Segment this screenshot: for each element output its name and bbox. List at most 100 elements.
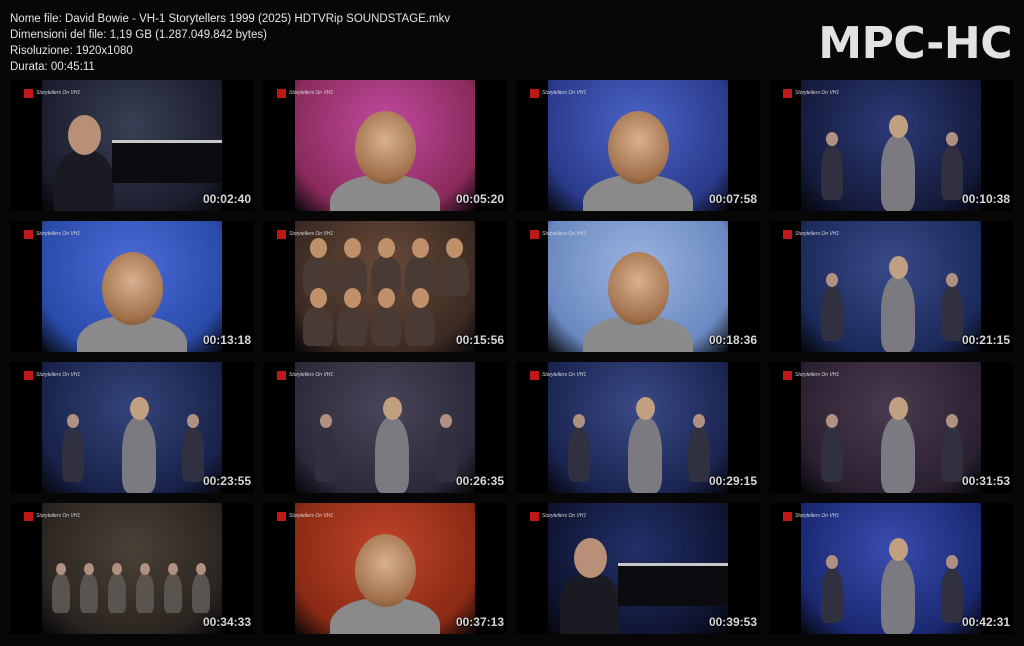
timestamp: 00:02:40 bbox=[202, 192, 251, 206]
person-figure bbox=[941, 427, 963, 482]
channel-logo: Storytellers On VH1 bbox=[277, 88, 333, 98]
thumbnail[interactable]: Storytellers On VH1 00:07:58 bbox=[516, 80, 760, 211]
video-frame bbox=[295, 80, 475, 211]
video-frame bbox=[548, 362, 728, 493]
video-frame bbox=[295, 362, 475, 493]
video-frame bbox=[548, 503, 728, 634]
person-head bbox=[168, 562, 178, 575]
channel-logo: Storytellers On VH1 bbox=[24, 511, 80, 521]
person-head bbox=[140, 562, 150, 575]
thumbnail[interactable]: Storytellers On VH1 00:13:18 bbox=[10, 221, 254, 352]
person-head bbox=[112, 562, 122, 575]
channel-logo-text: Storytellers On VH1 bbox=[542, 231, 587, 237]
channel-logo-text: Storytellers On VH1 bbox=[542, 513, 587, 519]
channel-logo-text: Storytellers On VH1 bbox=[36, 513, 81, 519]
channel-logo: Storytellers On VH1 bbox=[530, 88, 586, 98]
video-frame bbox=[801, 362, 981, 493]
vh1-logo-icon bbox=[24, 88, 33, 98]
thumbnail[interactable]: Storytellers On VH1 00:23:55 bbox=[10, 362, 254, 493]
piano bbox=[112, 140, 222, 183]
channel-logo: Storytellers On VH1 bbox=[24, 229, 80, 239]
person-head bbox=[888, 115, 908, 139]
person-head bbox=[411, 288, 429, 309]
person-figure bbox=[941, 286, 963, 341]
channel-logo: Storytellers On VH1 bbox=[530, 511, 586, 521]
person-head bbox=[411, 238, 429, 259]
channel-logo-text: Storytellers On VH1 bbox=[36, 90, 81, 96]
thumbnail[interactable]: Storytellers On VH1 00:42:31 bbox=[769, 503, 1013, 634]
channel-logo: Storytellers On VH1 bbox=[530, 370, 586, 380]
person-figure bbox=[568, 427, 590, 482]
person-head bbox=[382, 397, 402, 421]
brand-logo: MPC-HC bbox=[818, 18, 1012, 69]
person-figure bbox=[439, 256, 469, 296]
video-frame bbox=[548, 80, 728, 211]
vh1-logo-icon bbox=[783, 229, 792, 239]
thumbnail[interactable]: Storytellers On VH1 00:15:56 bbox=[263, 221, 507, 352]
thumbnail[interactable]: Storytellers On VH1 00:05:20 bbox=[263, 80, 507, 211]
thumbnail[interactable]: Storytellers On VH1 00:31:53 bbox=[769, 362, 1013, 493]
timestamp: 00:29:15 bbox=[708, 474, 757, 488]
thumbnail[interactable]: Storytellers On VH1 00:26:35 bbox=[263, 362, 507, 493]
channel-logo-text: Storytellers On VH1 bbox=[36, 372, 81, 378]
person-head bbox=[196, 562, 206, 575]
channel-logo: Storytellers On VH1 bbox=[277, 229, 333, 239]
person-figure bbox=[164, 573, 182, 613]
thumbnail[interactable]: Storytellers On VH1 00:37:13 bbox=[263, 503, 507, 634]
video-frame bbox=[42, 503, 222, 634]
vh1-logo-icon bbox=[783, 370, 792, 380]
person-figure bbox=[371, 306, 401, 346]
person-figure bbox=[881, 558, 915, 634]
person-figure bbox=[941, 145, 963, 200]
vh1-logo-icon bbox=[783, 511, 792, 521]
person-head bbox=[354, 110, 416, 184]
timestamp: 00:42:31 bbox=[961, 615, 1010, 629]
person-figure bbox=[62, 427, 84, 482]
video-frame bbox=[42, 362, 222, 493]
person-head bbox=[343, 238, 361, 259]
channel-logo-text: Storytellers On VH1 bbox=[795, 372, 840, 378]
person-figure bbox=[405, 306, 435, 346]
person-figure bbox=[108, 573, 126, 613]
vh1-logo-icon bbox=[277, 511, 286, 521]
person-figure bbox=[560, 573, 620, 634]
timestamp: 00:37:13 bbox=[455, 615, 504, 629]
person-head bbox=[573, 538, 607, 579]
person-figure bbox=[122, 417, 156, 493]
person-head bbox=[101, 251, 163, 325]
person-figure bbox=[54, 150, 114, 211]
person-head bbox=[377, 238, 395, 259]
vh1-logo-icon bbox=[24, 229, 33, 239]
channel-logo-text: Storytellers On VH1 bbox=[795, 90, 840, 96]
channel-logo: Storytellers On VH1 bbox=[783, 88, 839, 98]
file-name: Nome file: David Bowie - VH-1 Storytelle… bbox=[10, 13, 451, 25]
channel-logo-text: Storytellers On VH1 bbox=[795, 513, 840, 519]
person-figure bbox=[303, 306, 333, 346]
thumbnail[interactable]: Storytellers On VH1 00:34:33 bbox=[10, 503, 254, 634]
person-figure bbox=[136, 573, 154, 613]
thumbnail[interactable]: Storytellers On VH1 00:10:38 bbox=[769, 80, 1013, 211]
channel-logo-text: Storytellers On VH1 bbox=[289, 90, 334, 96]
timestamp: 00:34:33 bbox=[202, 615, 251, 629]
piano bbox=[618, 563, 728, 606]
person-head bbox=[67, 115, 101, 156]
vh1-logo-icon bbox=[24, 370, 33, 380]
timestamp: 00:23:55 bbox=[202, 474, 251, 488]
thumbnail[interactable]: Storytellers On VH1 00:29:15 bbox=[516, 362, 760, 493]
video-frame bbox=[42, 80, 222, 211]
vh1-logo-icon bbox=[277, 88, 286, 98]
person-head bbox=[445, 238, 463, 259]
video-frame bbox=[295, 221, 475, 352]
channel-logo: Storytellers On VH1 bbox=[530, 229, 586, 239]
thumbnail[interactable]: Storytellers On VH1 00:18:36 bbox=[516, 221, 760, 352]
person-figure bbox=[375, 417, 409, 493]
person-head bbox=[129, 397, 149, 421]
thumbnail[interactable]: Storytellers On VH1 00:39:53 bbox=[516, 503, 760, 634]
channel-logo-text: Storytellers On VH1 bbox=[542, 90, 587, 96]
person-head bbox=[635, 397, 655, 421]
channel-logo: Storytellers On VH1 bbox=[24, 88, 80, 98]
thumbnail[interactable]: Storytellers On VH1 00:21:15 bbox=[769, 221, 1013, 352]
thumbnail[interactable]: Storytellers On VH1 00:02:40 bbox=[10, 80, 254, 211]
person-head bbox=[354, 533, 416, 607]
timestamp: 00:26:35 bbox=[455, 474, 504, 488]
